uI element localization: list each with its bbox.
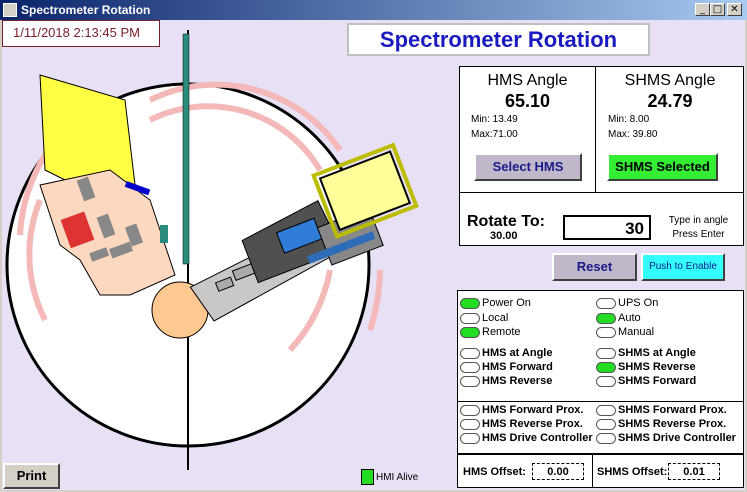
hms-max: Max:71.00 <box>471 129 518 140</box>
hmi-alive-label: HMI Alive <box>376 472 419 483</box>
print-button[interactable]: Print <box>3 463 60 489</box>
hms-angle-section: HMS Angle 65.10 Min: 13.49 Max:71.00 <box>460 67 595 147</box>
shms-min: Min: 8.00 <box>608 114 650 125</box>
status-label: SHMS Reverse <box>618 361 696 373</box>
hms-angle-value: 65.10 <box>504 91 551 111</box>
hall-diagram <box>5 30 419 470</box>
rotate-panel: Rotate To: 30.00 30 Type in angle Press … <box>459 192 744 246</box>
shms-offset-label: SHMS Offset: <box>597 466 668 478</box>
enable-button[interactable]: Push to Enable <box>641 253 725 281</box>
status-lamp-icon <box>596 433 616 444</box>
status-label: UPS On <box>618 297 659 309</box>
status-label: SHMS at Angle <box>618 347 696 359</box>
hms-offset-label: HMS Offset: <box>463 466 526 478</box>
minimize-button[interactable]: _ <box>695 3 710 16</box>
hms-offset-value[interactable]: 0.00 <box>532 463 584 480</box>
maximize-button[interactable]: □ <box>710 3 725 16</box>
status-lamp-icon <box>596 327 616 338</box>
status-label: SHMS Forward <box>618 375 697 387</box>
close-button[interactable]: ✕ <box>727 3 742 16</box>
status-lamp-icon <box>460 348 480 359</box>
rotate-label: Rotate To: <box>467 213 545 230</box>
status-lamp-icon <box>596 298 616 309</box>
rotate-hint-1: Type in angle <box>668 215 729 226</box>
status-lamp-icon <box>596 419 616 430</box>
status-label: HMS at Angle <box>482 347 553 359</box>
status-label: Power On <box>482 297 531 309</box>
status-label: Remote <box>482 326 521 338</box>
status-label: HMS Drive Controller <box>482 432 593 444</box>
status-lamp-icon <box>460 433 480 444</box>
hms-min: Min: 13.49 <box>471 114 518 125</box>
title-bar: Spectrometer Rotation _ □ ✕ <box>0 0 747 20</box>
status-lamp-icon <box>596 405 616 416</box>
status-label: HMS Reverse <box>482 375 553 387</box>
shms-angle-value: 24.79 <box>647 91 693 111</box>
window-title: Spectrometer Rotation <box>21 3 151 17</box>
status-label: HMS Forward <box>482 361 553 373</box>
status-label: SHMS Reverse Prox. <box>618 418 727 430</box>
status-lamp-icon <box>460 405 480 416</box>
shms-angle-title: SHMS Angle <box>624 72 716 89</box>
main-title: Spectrometer Rotation <box>347 23 650 56</box>
status-lamp-icon <box>460 376 480 387</box>
status-label: HMS Reverse Prox. <box>482 418 583 430</box>
status-label: SHMS Forward Prox. <box>618 404 727 416</box>
select-hms-button[interactable]: Select HMS <box>474 153 582 181</box>
status-lamp-icon <box>460 313 480 324</box>
angle-panel: HMS Angle 65.10 Min: 13.49 Max:71.00 SHM… <box>459 66 744 193</box>
shms-selected-button[interactable]: SHMS Selected <box>607 153 718 181</box>
hmi-alive-indicator <box>361 469 374 485</box>
app-icon <box>3 3 17 17</box>
status-label: HMS Forward Prox. <box>482 404 584 416</box>
hms-angle-title: HMS Angle <box>487 72 568 89</box>
status-label: Auto <box>618 312 641 324</box>
reset-button[interactable]: Reset <box>552 253 637 281</box>
status-label: Local <box>482 312 509 324</box>
rotate-input[interactable]: 30 <box>563 215 651 240</box>
shms-max: Max: 39.80 <box>608 129 658 140</box>
status-lamp-icon <box>460 327 480 338</box>
offset-panel: HMS Offset: 0.00 SHMS Offset: 0.01 <box>457 454 744 488</box>
status-lamp-icon <box>596 313 616 324</box>
status-lamp-icon <box>460 419 480 430</box>
shms-angle-section: SHMS Angle 24.79 Min: 8.00 Max: 39.80 <box>596 67 744 147</box>
status-lamp-icon <box>596 362 616 373</box>
status-lamp-icon <box>596 376 616 387</box>
rotate-hint-2: Press Enter <box>672 229 725 240</box>
shms-offset-value[interactable]: 0.01 <box>668 463 720 480</box>
rotate-current: 30.00 <box>490 230 518 242</box>
status-lamp-icon <box>460 298 480 309</box>
status-panel: Power On Local Remote HMS at Angle HMS Forwa… <box>457 290 744 454</box>
status-label: SHMS Drive Controller <box>618 432 736 444</box>
status-label: Manual <box>618 326 655 338</box>
beam-pipe <box>182 33 190 265</box>
status-lamp-icon <box>596 348 616 359</box>
status-lamp-icon <box>460 362 480 373</box>
